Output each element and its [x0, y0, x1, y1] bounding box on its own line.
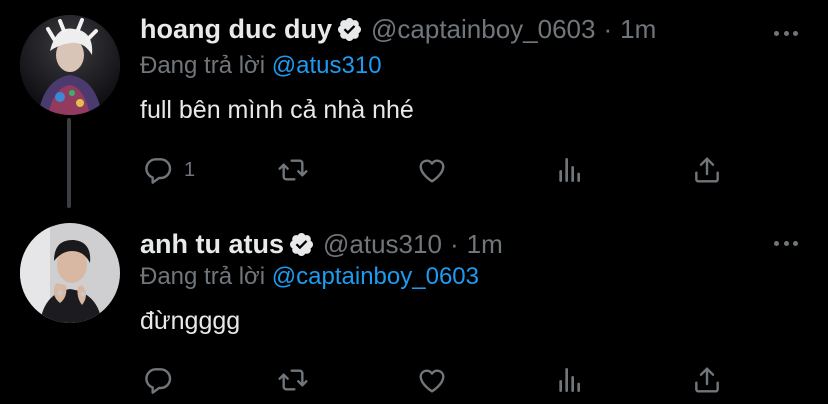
- tweet[interactable]: anh tu atus @atus310 · 1m Đang trả lời @…: [0, 205, 828, 404]
- avatar-image: [20, 223, 120, 323]
- retweet-icon: [277, 154, 309, 186]
- share-icon: [691, 364, 723, 396]
- replying-prefix: Đang trả lời: [140, 52, 266, 79]
- like-button[interactable]: [416, 360, 448, 400]
- reply-count: 1: [184, 158, 196, 181]
- tweet-text: đừngggg: [140, 307, 241, 335]
- verified-badge-icon: [336, 16, 363, 43]
- like-icon: [416, 154, 448, 186]
- avatar-image: [20, 15, 120, 115]
- reply-icon: [142, 364, 174, 396]
- reply-icon: [142, 154, 174, 186]
- stats-icon: [554, 364, 586, 396]
- tweet-header: anh tu atus @atus310 · 1m: [140, 229, 503, 260]
- avatar[interactable]: [20, 223, 120, 323]
- like-icon: [416, 364, 448, 396]
- tweet-text: full bên mình cả nhà nhé: [140, 96, 414, 124]
- more-icon[interactable]: [774, 28, 798, 38]
- timestamp[interactable]: 1m: [620, 14, 656, 45]
- mention-link[interactable]: @captainboy_0603: [272, 263, 479, 290]
- user-handle[interactable]: @atus310: [323, 229, 442, 260]
- display-name[interactable]: hoang duc duy: [140, 14, 332, 45]
- replying-to: Đang trả lời @atus310: [140, 52, 382, 80]
- retweet-icon: [277, 364, 309, 396]
- stats-button[interactable]: [554, 150, 586, 190]
- share-button[interactable]: [691, 150, 723, 190]
- mention-link[interactable]: @atus310: [272, 52, 382, 79]
- share-icon: [691, 154, 723, 186]
- tweet-header: hoang duc duy @captainboy_0603 · 1m: [140, 14, 656, 45]
- action-bar: 1: [0, 150, 828, 190]
- replying-prefix: Đang trả lời: [140, 263, 266, 290]
- avatar[interactable]: [20, 15, 120, 115]
- retweet-button[interactable]: [277, 360, 309, 400]
- reply-button[interactable]: 1: [142, 150, 195, 190]
- reply-button[interactable]: [142, 360, 184, 400]
- stats-button[interactable]: [554, 360, 586, 400]
- separator: ·: [603, 14, 613, 44]
- more-icon[interactable]: [774, 238, 798, 248]
- stats-icon: [554, 154, 586, 186]
- action-bar: [0, 360, 828, 400]
- separator: ·: [449, 229, 459, 259]
- share-button[interactable]: [691, 360, 723, 400]
- replying-to: Đang trả lời @captainboy_0603: [140, 263, 479, 291]
- user-handle[interactable]: @captainboy_0603: [371, 14, 595, 45]
- like-button[interactable]: [416, 150, 448, 190]
- retweet-button[interactable]: [277, 150, 309, 190]
- timestamp[interactable]: 1m: [467, 229, 503, 260]
- verified-badge-icon: [288, 231, 315, 258]
- tweet[interactable]: hoang duc duy @captainboy_0603 · 1m Đang…: [0, 0, 828, 208]
- display-name[interactable]: anh tu atus: [140, 229, 284, 260]
